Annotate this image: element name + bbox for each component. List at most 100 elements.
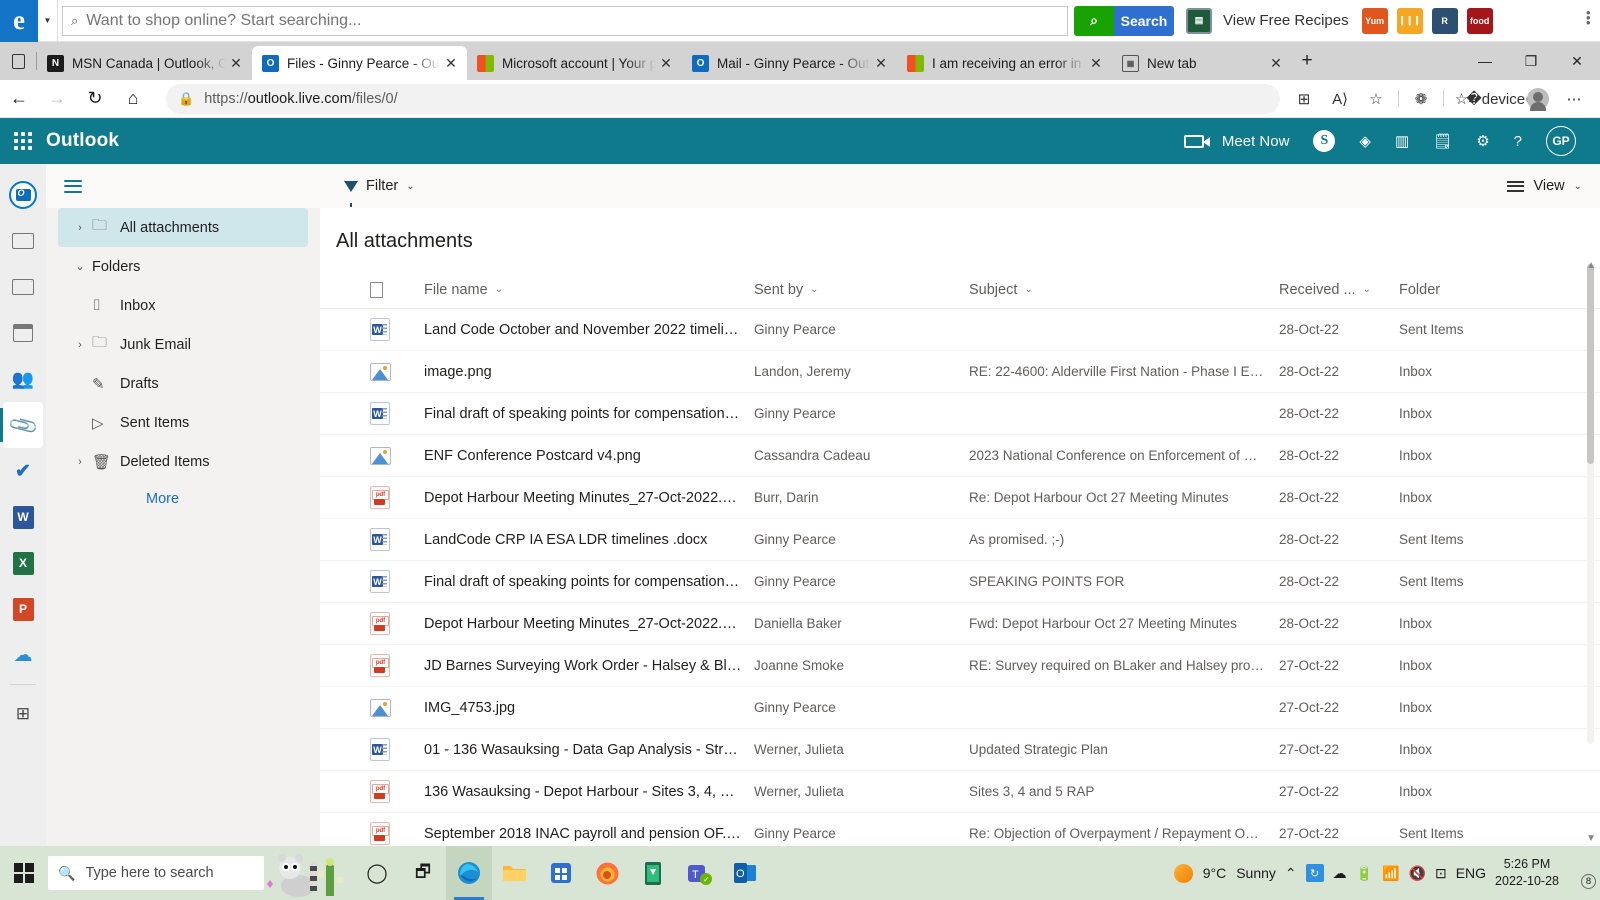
rail-item-onedrive[interactable]: ☁ — [3, 632, 43, 678]
outlook-taskbar-button[interactable]: O — [722, 846, 768, 900]
sidebar-item-drafts[interactable]: ✎ Drafts — [58, 364, 308, 403]
scroll-down-arrow-icon[interactable]: ▼ — [1586, 833, 1596, 844]
avatar[interactable] — [1520, 83, 1556, 115]
menu-bars-icon[interactable]: ❙❙❙ — [1397, 8, 1423, 34]
close-window-button[interactable]: ✕ — [1554, 42, 1600, 80]
split-screen-icon[interactable]: ⊞ — [1286, 83, 1322, 115]
browser-tab-2[interactable]: M Microsoft account | Your prof ✕ — [467, 46, 682, 80]
table-row[interactable]: ENF Conference Postcard v4.pngCassandra … — [320, 435, 1600, 477]
url-input[interactable]: 🔒 https://outlook.live.com/files/0/ — [166, 84, 1280, 114]
column-header-sent-by[interactable]: Sent by ⌄ — [754, 282, 969, 298]
wifi-icon[interactable]: 📶 — [1382, 865, 1399, 882]
rail-item-todo[interactable]: ✔ — [3, 448, 43, 494]
column-header-subject[interactable]: Subject ⌄ — [969, 282, 1279, 298]
search-button[interactable]: ⌕ Search — [1074, 6, 1174, 36]
home-button[interactable]: ⌂ — [114, 83, 152, 115]
outlook-brand-label[interactable]: Outlook — [46, 130, 119, 152]
browser-tab-4[interactable]: M I am receiving an error in hotr ✕ — [897, 46, 1112, 80]
meet-now-button[interactable]: Meet Now — [1174, 118, 1300, 164]
firefox-button[interactable] — [584, 846, 630, 900]
settings-button[interactable]: ⚙ — [1466, 118, 1499, 164]
search-provider-dropdown[interactable]: ▼ — [38, 0, 58, 42]
scrollbar-thumb[interactable] — [1587, 264, 1594, 464]
rail-item-calendar[interactable] — [3, 310, 43, 356]
view-button[interactable]: View ⌄ — [1507, 178, 1582, 194]
browser-essentials-icon[interactable]: ❁ — [1403, 83, 1439, 115]
rail-item-people[interactable]: 👥 — [3, 356, 43, 402]
weather-widget[interactable]: 9°C Sunny — [1174, 864, 1276, 883]
refresh-button[interactable]: ↻ — [76, 83, 114, 115]
view-free-recipes-label[interactable]: View Free Recipes — [1223, 12, 1349, 29]
start-button[interactable] — [0, 846, 48, 900]
cell-file-name[interactable]: 136 Wasauksing - Depot Harbour - Sites 3… — [424, 784, 754, 800]
main-scrollbar[interactable] — [1587, 264, 1594, 744]
edge-taskbar-button[interactable] — [446, 846, 492, 900]
cell-file-name[interactable]: Land Code October and November 2022 time… — [424, 322, 754, 338]
food-icon[interactable]: food — [1467, 8, 1493, 34]
browser-tab-3[interactable]: O Mail - Ginny Pearce - Outlook ✕ — [682, 46, 897, 80]
table-row[interactable]: image.pngLandon, JeremyRE: 22-4600: Alde… — [320, 351, 1600, 393]
back-button[interactable]: ← — [0, 83, 38, 115]
close-icon[interactable]: ✕ — [441, 55, 461, 72]
microsoft-store-button[interactable] — [538, 846, 584, 900]
column-header-file-name[interactable]: File name ⌄ — [424, 282, 754, 298]
column-header-doc[interactable] — [370, 282, 424, 298]
table-row[interactable]: 136 Wasauksing - Depot Harbour - Sites 3… — [320, 771, 1600, 813]
onenote-button[interactable]: ▥ — [1385, 118, 1419, 164]
volume-mute-icon[interactable]: 🔇 — [1409, 865, 1426, 882]
sidebar-more-link[interactable]: More — [46, 491, 320, 507]
rail-item-mail[interactable] — [3, 264, 43, 310]
cell-file-name[interactable]: LandCode CRP IA ESA LDR timelines .docx — [424, 532, 754, 548]
cloud-icon[interactable]: ☁ — [1333, 865, 1347, 882]
premium-button[interactable]: ◈ — [1349, 118, 1381, 164]
table-row[interactable]: Final draft of speaking points for compe… — [320, 393, 1600, 435]
help-button[interactable]: ? — [1504, 118, 1532, 164]
extension-overflow-menu[interactable]: ••• — [1586, 10, 1590, 25]
rail-item-new-mail[interactable] — [3, 218, 43, 264]
close-icon[interactable]: ✕ — [871, 55, 891, 72]
phone-link-button[interactable] — [630, 846, 676, 900]
tab-actions-button[interactable] — [0, 42, 36, 80]
cell-file-name[interactable]: September 2018 INAC payroll and pension … — [424, 826, 754, 842]
column-header-received[interactable]: Received ... ⌄ — [1279, 282, 1399, 298]
sidebar-item-folders[interactable]: ⌄ Folders — [58, 247, 308, 286]
cell-file-name[interactable]: 01 - 136 Wasauksing - Data Gap Analysis … — [424, 742, 754, 758]
close-icon[interactable]: ✕ — [1266, 55, 1286, 72]
cell-file-name[interactable]: ENF Conference Postcard v4.png — [424, 448, 754, 464]
rail-item-outlook[interactable] — [3, 172, 43, 218]
table-row[interactable]: Depot Harbour Meeting Minutes_27-Oct-202… — [320, 603, 1600, 645]
table-row[interactable]: JD Barnes Surveying Work Order - Halsey … — [320, 645, 1600, 687]
file-explorer-button[interactable] — [492, 846, 538, 900]
sidebar-item-inbox[interactable]: ⌷ Inbox — [58, 286, 308, 325]
browser-tab-1[interactable]: O Files - Ginny Pearce - Outlook ✕ — [252, 46, 467, 80]
add-favorite-icon[interactable]: ☆ — [1358, 83, 1394, 115]
maximize-button[interactable]: ❐ — [1508, 42, 1554, 80]
table-row[interactable]: September 2018 INAC payroll and pension … — [320, 813, 1600, 849]
rail-item-word[interactable]: W — [3, 494, 43, 540]
cell-file-name[interactable]: image.png — [424, 364, 754, 380]
language-indicator[interactable]: ENG — [1456, 865, 1486, 881]
collections-icon[interactable]: �device⊕ — [1484, 83, 1520, 115]
forward-button[interactable]: → — [38, 83, 76, 115]
show-hidden-icons-button[interactable]: ⌃ — [1285, 865, 1297, 882]
battery-icon[interactable]: 🔋 — [1356, 865, 1373, 882]
app-launcher-waffle-icon[interactable] — [0, 132, 46, 150]
minimize-button[interactable]: — — [1462, 42, 1508, 80]
table-row[interactable]: Depot Harbour Meeting Minutes_27-Oct-202… — [320, 477, 1600, 519]
sidebar-item-sent-items[interactable]: ▷ Sent Items — [58, 403, 308, 442]
table-row[interactable]: 01 - 136 Wasauksing - Data Gap Analysis … — [320, 729, 1600, 771]
browser-settings-menu-icon[interactable]: ⋯ — [1556, 83, 1592, 115]
scroll-up-arrow-icon[interactable]: ▲ — [1586, 260, 1596, 271]
cell-file-name[interactable]: Final draft of speaking points for compe… — [424, 406, 754, 422]
shopping-search-input[interactable] — [86, 12, 1059, 30]
cortana-button[interactable]: ◯ — [354, 846, 400, 900]
new-tab-button[interactable]: + — [1292, 42, 1322, 80]
filter-button[interactable]: Filter ⌄ — [344, 178, 415, 194]
taskbar-search-box[interactable]: 🔍 Type here to search — [48, 856, 264, 890]
rail-item-excel[interactable]: X — [3, 540, 43, 586]
cell-file-name[interactable]: Final draft of speaking points for compe… — [424, 574, 754, 590]
table-row[interactable]: IMG_4753.jpgGinny Pearce27-Oct-22Inbox — [320, 687, 1600, 729]
chevron-right-icon[interactable]: › — [68, 456, 92, 468]
chevron-right-icon[interactable]: › — [68, 339, 92, 351]
close-icon[interactable]: ✕ — [656, 55, 676, 72]
